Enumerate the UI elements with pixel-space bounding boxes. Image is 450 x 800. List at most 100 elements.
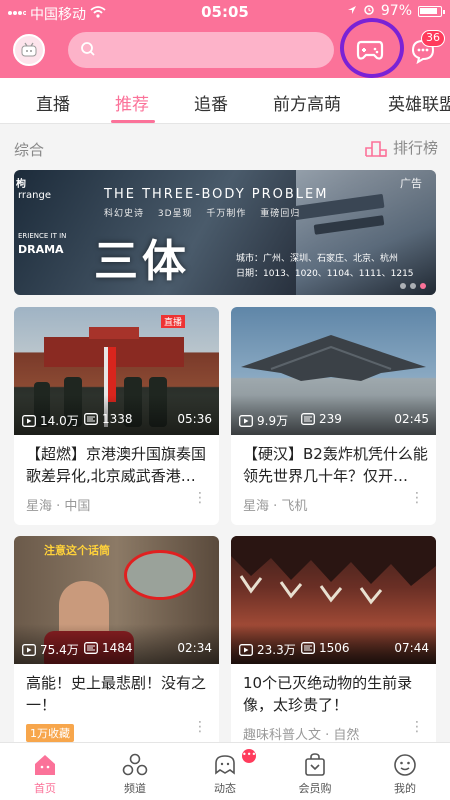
- avatar[interactable]: [13, 34, 45, 66]
- more-options-icon[interactable]: ⋮: [410, 720, 424, 734]
- video-thumbnail: 直播 14.0万 1338 05:36: [14, 307, 219, 435]
- video-thumbnail: 注意这个话筒 75.4万 1484 02:34: [14, 536, 219, 664]
- danmaku-icon: [84, 413, 98, 425]
- banner-subtitle: 科幻史诗 3D呈现 千万制作 重磅回归: [104, 209, 301, 219]
- video-stats: 75.4万 1484 02:34: [22, 641, 212, 657]
- danmaku-icon: [301, 413, 315, 425]
- section-header: 综合 排行榜: [0, 126, 450, 166]
- carousel-dot[interactable]: [410, 283, 416, 289]
- danmaku-icon: [84, 642, 98, 654]
- video-meta: 星海 · 飞机: [243, 499, 308, 514]
- section-title: 综合: [14, 141, 45, 159]
- tab-lol[interactable]: 英雄联盟: [388, 90, 450, 115]
- live-label: 直播: [160, 315, 185, 328]
- tv-mascot-icon: [21, 42, 37, 57]
- ad-label: 广告: [400, 177, 422, 190]
- video-thumbnail: 9.9万 239 02:45: [231, 307, 436, 435]
- video-card[interactable]: 直播 14.0万 1338 05:36 【超燃】京港澳升国旗奏国歌差异化,北京威…: [14, 307, 219, 525]
- danmaku-count: 239: [319, 412, 342, 426]
- danmaku-icon: [301, 642, 315, 654]
- channels-icon: [122, 753, 148, 776]
- video-title: 【超燃】京港澳升国旗奏国歌差异化,北京威武香港…: [26, 445, 207, 485]
- search-bar[interactable]: [68, 32, 334, 68]
- danmaku-count: 1506: [319, 641, 350, 655]
- video-source: 星海: [243, 499, 270, 514]
- more-options-icon[interactable]: ⋮: [410, 491, 424, 505]
- battery-icon: [418, 5, 445, 17]
- nav-label: 动态: [214, 782, 236, 795]
- video-card[interactable]: 23.3万 1506 07:44 10个已灭绝动物的生前录像，太珍贵了！ 趣味科…: [231, 536, 436, 754]
- nav-label: 会员购: [298, 782, 332, 795]
- play-count-icon: [239, 414, 253, 427]
- banner-english-title: THE THREE-BODY PROBLEM: [104, 187, 329, 202]
- nav-label: 首页: [34, 782, 56, 795]
- video-stats: 14.0万 1338 05:36: [22, 412, 212, 428]
- carousel-dots: [400, 283, 426, 289]
- carousel-dot-active[interactable]: [420, 283, 426, 289]
- nav-vip-shop[interactable]: 会员购: [270, 743, 360, 800]
- video-stats: 9.9万 239 02:45: [239, 412, 429, 428]
- video-tag: 中国: [64, 499, 91, 514]
- promo-banner[interactable]: 枸 rrange ERIENCE IT IN DRAMA THE THREE-B…: [14, 170, 436, 295]
- video-thumbnail: 23.3万 1506 07:44: [231, 536, 436, 664]
- video-tag: 自然: [333, 728, 360, 743]
- banner-dates: 日期：1013、1020、1104、1111、1215: [236, 269, 414, 279]
- video-duration: 07:44: [394, 641, 429, 655]
- nav-dynamics[interactable]: 动态: [180, 743, 270, 800]
- tab-anime[interactable]: 追番: [194, 90, 228, 115]
- play-count-icon: [239, 643, 253, 656]
- bottom-nav: 首页 频道 动态 ••• 会员购 我的: [0, 742, 450, 800]
- nav-channels[interactable]: 频道: [90, 743, 180, 800]
- category-tabs: 直播 推荐 追番 前方高萌 英雄联盟: [0, 78, 450, 124]
- video-stats: 23.3万 1506 07:44: [239, 641, 429, 657]
- ranking-label: 排行榜: [392, 139, 438, 157]
- view-count: 9.9万: [257, 414, 289, 428]
- video-card[interactable]: 9.9万 239 02:45 【硬汉】B2轰炸机凭什么能领先世界几十年？仅开… …: [231, 307, 436, 525]
- view-count: 75.4万: [40, 643, 79, 657]
- tab-recommend[interactable]: 推荐: [115, 90, 149, 115]
- more-options-icon[interactable]: ⋮: [193, 491, 207, 505]
- video-duration: 02:34: [177, 641, 212, 655]
- play-count-icon: [22, 414, 36, 427]
- view-count: 14.0万: [40, 414, 79, 428]
- tab-live[interactable]: 直播: [36, 90, 70, 115]
- status-bar: 中国移动 05:05 97%: [0, 0, 450, 24]
- video-duration: 02:45: [394, 412, 429, 426]
- nav-label: 我的: [394, 782, 416, 795]
- banner-big-title: 三体: [94, 236, 190, 287]
- nav-profile[interactable]: 我的: [360, 743, 450, 800]
- more-options-icon[interactable]: ⋮: [193, 720, 207, 734]
- podium-icon: [365, 140, 387, 157]
- location-icon: [347, 3, 357, 19]
- shop-bag-icon: [305, 753, 325, 776]
- play-count-icon: [22, 643, 36, 656]
- profile-icon: [394, 754, 416, 776]
- game-center-button[interactable]: [350, 34, 390, 68]
- carousel-dot[interactable]: [400, 283, 406, 289]
- tab-cute[interactable]: 前方高萌: [273, 90, 341, 115]
- video-source: 星海: [26, 499, 53, 514]
- notification-dot: •••: [242, 749, 256, 763]
- banner-brand-line2: rrange: [18, 190, 52, 201]
- video-meta: 趣味科普人文 · 自然: [243, 728, 360, 743]
- thumb-caption: 注意这个话筒: [44, 544, 110, 557]
- search-input[interactable]: [106, 38, 316, 62]
- danmaku-count: 1484: [102, 641, 133, 655]
- video-tag: 飞机: [281, 499, 308, 514]
- nav-home[interactable]: 首页: [0, 743, 90, 800]
- battery-level: [420, 7, 438, 14]
- video-title: 【硬汉】B2轰炸机凭什么能领先世界几十年？仅开…: [243, 445, 428, 485]
- video-card[interactable]: 注意这个话筒 75.4万 1484 02:34 高能！史上最悲剧！没有之一！ 1…: [14, 536, 219, 754]
- gamepad-icon: [356, 40, 384, 60]
- video-title: 10个已灭绝动物的生前录像，太珍贵了！: [243, 674, 413, 714]
- video-duration: 05:36: [177, 412, 212, 426]
- ranking-link[interactable]: 排行榜: [365, 137, 438, 158]
- favorites-badge: 1万收藏: [26, 724, 74, 742]
- banner-brand-line3: ERIENCE IT IN: [18, 232, 67, 240]
- video-title: 高能！史上最悲剧！没有之一！: [26, 674, 207, 714]
- alarm-icon: [363, 3, 375, 19]
- top-bar: 36: [0, 18, 450, 78]
- video-meta: 星海 · 中国: [26, 499, 91, 514]
- banner-cities: 城市：广州、深圳、石家庄、北京、杭州: [236, 254, 399, 264]
- search-icon: [80, 41, 96, 61]
